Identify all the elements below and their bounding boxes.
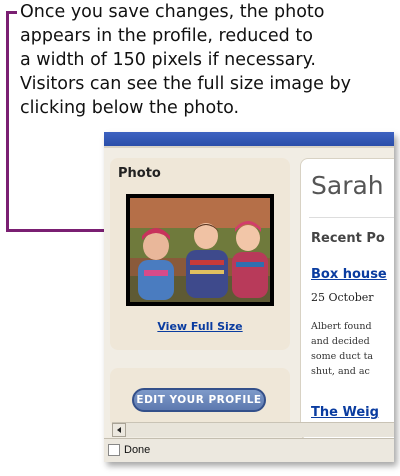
edit-profile-button[interactable]: EDIT YOUR PROFILE [132,388,266,412]
heading-divider [309,217,394,218]
callout-annotation: Once you save changes, the photo appears… [20,0,400,120]
callout-line: Once you save changes, the photo [20,2,325,22]
browser-window: Photo View Full Size EDIT YOUR PROFILE S… [104,132,394,462]
post-date: 25 October [311,291,374,304]
callout-line: Visitors can see the full size image by [20,74,351,94]
photo-panel: Photo View Full Size [110,158,290,350]
scroll-left-arrow-icon[interactable] [112,423,126,437]
window-divider [104,146,394,148]
status-text: Done [124,444,151,456]
profile-name-heading: Sarah [311,171,384,200]
photo-panel-title: Photo [118,166,161,181]
horizontal-scrollbar[interactable] [112,422,394,437]
window-title-bar [104,132,394,146]
post-excerpt-line: and decided [311,336,370,347]
post-excerpt-line: some duct ta [311,351,374,362]
profile-photo-image [130,198,270,302]
edit-profile-panel: EDIT YOUR PROFILE [110,368,290,428]
post-excerpt: Albert found and decided some duct ta sh… [311,319,373,379]
callout-connector-vertical [6,11,9,232]
callout-line: appears in the profile, reduced to [20,26,313,46]
callout-line: a width of 150 pixels if necessary. [20,50,316,70]
post-excerpt-line: shut, and ac [311,366,370,377]
callout-line: clicking below the photo. [20,98,240,118]
recent-posts-heading: Recent Po [311,231,385,246]
post-title-link[interactable]: The Weig [311,405,379,420]
post-title-link[interactable]: Box house [311,267,387,282]
callout-connector-top [6,11,17,14]
profile-photo [126,194,274,306]
profile-main-content: Sarah Recent Po Box house 25 October Alb… [300,158,394,440]
view-full-size-link[interactable]: View Full Size [110,320,290,333]
post-excerpt-line: Albert found [311,321,372,332]
status-bar: Done [104,438,394,462]
page-status-icon [108,444,120,456]
